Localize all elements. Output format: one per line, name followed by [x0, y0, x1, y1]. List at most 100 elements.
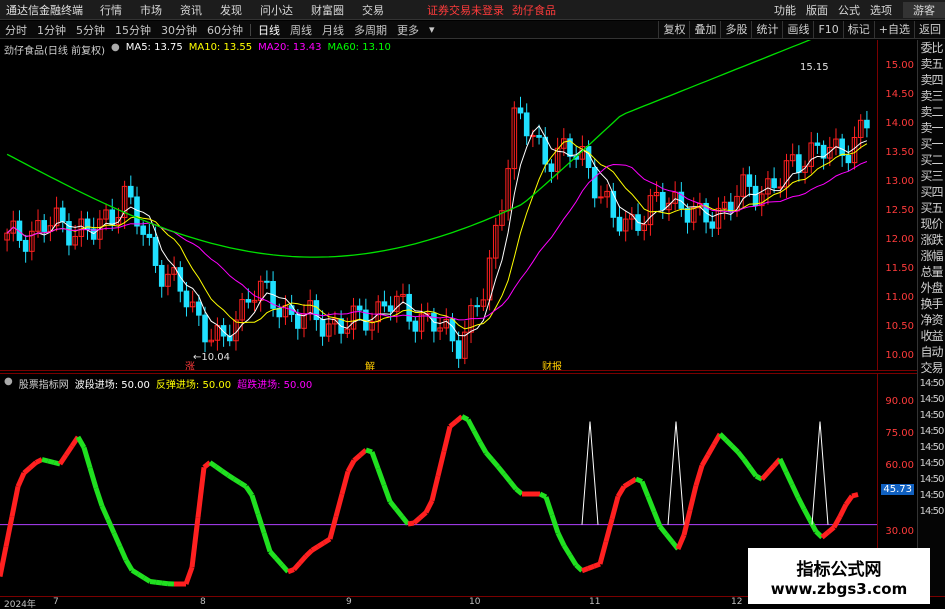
candle	[319, 319, 326, 337]
period-30min[interactable]: 30分钟	[156, 22, 202, 38]
panel-label: 卖四	[920, 73, 943, 87]
trade-time: 14:50	[919, 490, 945, 501]
panel-label: 卖一	[920, 121, 943, 135]
candle	[709, 221, 716, 229]
period-more[interactable]: 更多	[392, 22, 424, 38]
indicator-segment	[843, 494, 855, 506]
period-15min[interactable]: 15分钟	[110, 22, 156, 38]
signal-spike	[811, 421, 829, 525]
indicator-segment	[105, 518, 117, 535]
period-daily[interactable]: 日线	[253, 22, 285, 38]
price-tick: 14.50	[885, 89, 914, 100]
candle	[356, 305, 363, 311]
candle	[598, 196, 604, 199]
menu-item-function[interactable]: 功能	[769, 2, 801, 18]
candle	[245, 299, 252, 303]
indicator-segment	[57, 453, 69, 466]
candle	[536, 135, 542, 138]
period-1min[interactable]: 1分钟	[32, 22, 71, 38]
candle	[864, 119, 870, 129]
tool-f10[interactable]: F10	[813, 21, 842, 39]
indicator-segment	[394, 507, 404, 519]
price-tick: 12.00	[885, 234, 914, 245]
auto-trade-label[interactable]: 自动	[918, 344, 945, 360]
watermark: 指标公式网 www.zbgs3.com	[748, 548, 930, 604]
indicator-segment	[567, 553, 579, 567]
indicator-segment	[693, 464, 705, 487]
indicator-segment	[345, 459, 357, 473]
tool-add-watchlist[interactable]: +自选	[873, 21, 914, 39]
kline-chart[interactable]: 15.15 ←10.04涨 解 财报	[0, 16, 877, 373]
period-multi[interactable]: 多周期	[349, 22, 392, 38]
indicator-chart[interactable]	[0, 374, 877, 596]
tool-statistics[interactable]: 统计	[751, 21, 782, 39]
period-weekly[interactable]: 周线	[285, 22, 317, 38]
indicator-segment	[795, 496, 807, 511]
period-intraday[interactable]: 分时	[0, 22, 32, 38]
chevron-down-icon[interactable]: ▾	[424, 23, 440, 36]
menu-item-formula[interactable]: 公式	[833, 2, 865, 18]
tool-draw-line[interactable]: 画线	[782, 21, 813, 39]
price-tick: 10.00	[885, 350, 914, 361]
app-window: 通达信金融终端 行情 市场 资讯 发现 问小达 财富圈 交易 证券交易未登录 劲…	[0, 0, 945, 609]
trade-time: 14:50	[919, 442, 945, 453]
menu-item-trade[interactable]: 交易	[353, 2, 393, 18]
indicator-segment	[783, 470, 795, 486]
menu-item-wealth[interactable]: 财富圈	[302, 2, 353, 18]
indicator-segment	[448, 419, 458, 429]
candle	[771, 178, 777, 189]
menu-item-market[interactable]: 行情	[91, 2, 131, 18]
indicator-segment	[333, 493, 345, 518]
tool-back[interactable]: 返回	[914, 21, 945, 39]
period-60min[interactable]: 60分钟	[202, 22, 248, 38]
panel-label: 委比	[920, 41, 943, 55]
guest-button[interactable]: 游客	[903, 2, 945, 18]
main-legend: 劲仔食品(日线 前复权) ● MA5: 13.75 MA10: 13.55 MA…	[4, 42, 391, 57]
auto-trade-label[interactable]: 交易	[918, 360, 945, 376]
indicator-segment	[41, 457, 49, 464]
date-tick: 8	[200, 597, 206, 607]
price-tick: 15.00	[885, 60, 914, 71]
menu-item-layout[interactable]: 版面	[801, 2, 833, 18]
menu-item-exchange[interactable]: 市场	[131, 2, 171, 18]
period-5min[interactable]: 5分钟	[71, 22, 110, 38]
price-tick: 13.00	[885, 176, 914, 187]
date-tick: 2024年	[4, 600, 36, 609]
tool-overlay[interactable]: 叠加	[689, 21, 720, 39]
menu-item-options[interactable]: 选项	[865, 2, 897, 18]
panel-label: 外盘	[920, 281, 943, 295]
indicator-segment	[760, 470, 770, 481]
panel-label: 总量	[920, 265, 943, 279]
indicator-segment	[75, 435, 87, 449]
menu-item-ask[interactable]: 问小达	[251, 2, 302, 18]
menu-item-news[interactable]: 资讯	[171, 2, 211, 18]
indicator-segment	[574, 563, 584, 573]
login-notice[interactable]: 证券交易未登录	[427, 2, 504, 18]
indicator-panel[interactable]: ● 股票指标网 波段进场: 50.00 反弹进场: 50.00 超跌进场: 50…	[0, 374, 877, 596]
candle	[449, 318, 456, 342]
high-price-label: 15.15	[800, 62, 829, 73]
tool-adjust[interactable]: 复权	[658, 21, 689, 39]
panel-label: 卖五	[920, 57, 943, 71]
indicator-segment	[593, 561, 601, 569]
indicator-segment	[99, 504, 111, 521]
gear-icon[interactable]: ●	[4, 376, 13, 391]
indicator-segment	[658, 524, 668, 536]
current-stock-name: 劲仔食品	[512, 3, 556, 17]
tool-multi-stock[interactable]: 多股	[720, 21, 751, 39]
period-monthly[interactable]: 月线	[317, 22, 349, 38]
candle	[381, 301, 388, 307]
candle	[796, 154, 802, 173]
indicator-segment	[460, 414, 470, 422]
event-marker-jie: 解	[365, 360, 375, 370]
indicator-segment	[47, 458, 55, 465]
kline-chart-panel[interactable]: 15.15 ←10.04 涨 解 财报 劲仔食品(日线 前复权) ● MA5: 13.7…	[0, 16, 877, 373]
candle	[406, 293, 412, 322]
tool-mark[interactable]: 标记	[842, 21, 874, 39]
ma20-label: MA20: 13.43	[258, 42, 322, 53]
signal-spike	[667, 421, 685, 525]
menu-item-discover[interactable]: 发现	[211, 2, 251, 18]
gear-icon[interactable]: ●	[111, 42, 120, 57]
indicator-segment	[365, 447, 373, 455]
indicator-tick: 60.00	[885, 460, 914, 471]
